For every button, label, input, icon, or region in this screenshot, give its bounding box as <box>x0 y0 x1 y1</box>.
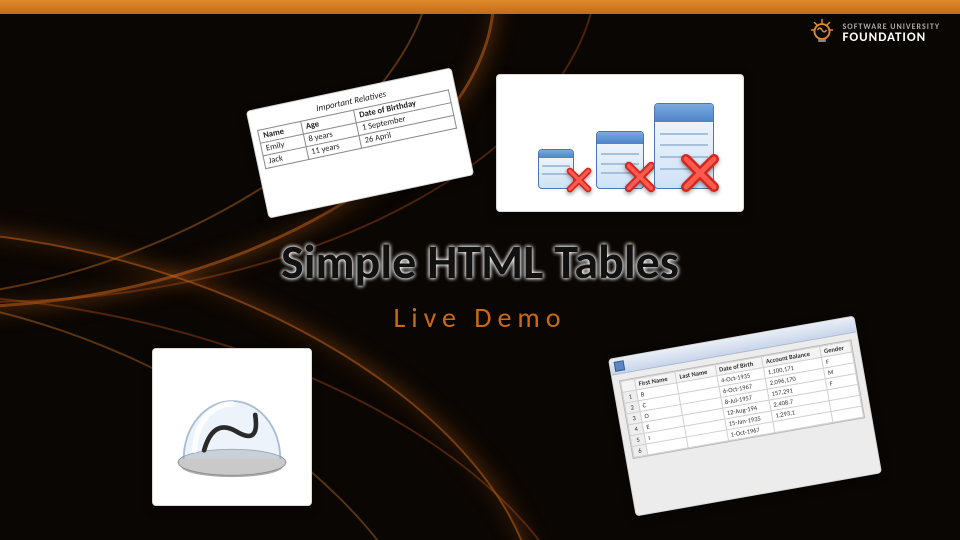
lightbulb-icon <box>807 18 837 48</box>
delete-x-icon <box>624 161 656 193</box>
table-icon <box>654 97 714 189</box>
delete-x-icon <box>566 167 592 193</box>
brand-line2: FOUNDATION <box>843 31 940 44</box>
slide-title: Simple HTML Tables <box>0 232 960 291</box>
top-accent-bar <box>0 0 960 14</box>
table-icon <box>526 97 586 189</box>
app-icon <box>614 360 626 372</box>
brand-logo: SOFTWARE UNIVERSITY FOUNDATION <box>807 18 940 48</box>
table-delete-icons-image <box>496 74 744 212</box>
delete-x-icon <box>680 153 720 193</box>
glass-dome-image <box>152 348 312 506</box>
table-icon <box>590 97 650 189</box>
